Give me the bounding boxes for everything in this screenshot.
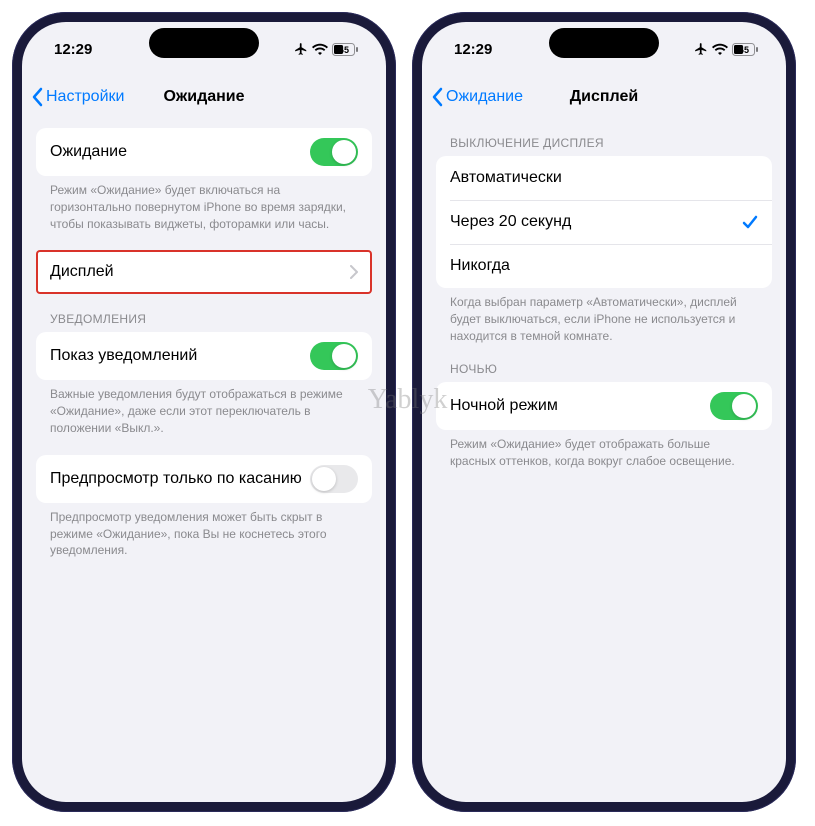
show-notifications-label: Показ уведомлений [50, 347, 197, 365]
wifi-icon [312, 43, 328, 55]
screen-right: 12:29 45 Ожидание Дисплей ВЫКЛЮЧЕНИЕ ДИС… [422, 22, 786, 802]
airplane-icon [694, 42, 708, 56]
option-never-label: Никогда [450, 257, 510, 275]
night-mode-row[interactable]: Ночной режим [436, 382, 772, 430]
back-label: Ожидание [446, 88, 523, 106]
status-time: 12:29 [454, 41, 492, 58]
show-notifications-footer: Важные уведомления будут отображаться в … [36, 380, 372, 436]
option-auto[interactable]: Автоматически [436, 156, 772, 200]
option-auto-label: Автоматически [450, 169, 562, 187]
night-mode-toggle[interactable] [710, 392, 758, 420]
dynamic-island [549, 28, 659, 58]
preview-touch-label: Предпросмотр только по касанию [50, 470, 302, 488]
display-off-footer: Когда выбран параметр «Автоматически», д… [436, 288, 772, 344]
battery-icon: 45 [332, 43, 358, 56]
preview-touch-footer: Предпросмотр уведомления может быть скры… [36, 503, 372, 559]
display-row-highlight: Дисплей [36, 250, 372, 294]
page-title: Дисплей [570, 88, 638, 106]
chevron-left-icon [32, 87, 44, 107]
show-notifications-toggle[interactable] [310, 342, 358, 370]
dynamic-island [149, 28, 259, 58]
nav-bar: Настройки Ожидание [22, 76, 386, 118]
standby-footer: Режим «Ожидание» будет включаться на гор… [36, 176, 372, 232]
phone-left: 12:29 45 Настройки Ожидание Ожидание [12, 12, 396, 812]
notifications-header: УВЕДОМЛЕНИЯ [36, 312, 372, 332]
standby-label: Ожидание [50, 143, 127, 161]
airplane-icon [294, 42, 308, 56]
preview-touch-row[interactable]: Предпросмотр только по касанию [36, 455, 372, 503]
preview-touch-toggle[interactable] [310, 465, 358, 493]
wifi-icon [712, 43, 728, 55]
status-icons: 45 [694, 42, 758, 56]
status-icons: 45 [294, 42, 358, 56]
screen-left: 12:29 45 Настройки Ожидание Ожидание [22, 22, 386, 802]
standby-row[interactable]: Ожидание [36, 128, 372, 176]
checkmark-icon [742, 214, 758, 230]
chevron-left-icon [432, 87, 444, 107]
page-title: Ожидание [163, 88, 244, 106]
option-after20-label: Через 20 секунд [450, 213, 571, 231]
night-mode-footer: Режим «Ожидание» будет отображать больше… [436, 430, 772, 470]
display-row[interactable]: Дисплей [36, 250, 372, 294]
display-off-header: ВЫКЛЮЧЕНИЕ ДИСПЛЕЯ [436, 136, 772, 156]
option-after20[interactable]: Через 20 секунд [436, 200, 772, 244]
standby-toggle[interactable] [310, 138, 358, 166]
night-header: НОЧЬЮ [436, 362, 772, 382]
back-button[interactable]: Настройки [32, 87, 124, 107]
option-never[interactable]: Никогда [436, 244, 772, 288]
svg-text:45: 45 [739, 45, 749, 55]
back-label: Настройки [46, 88, 124, 106]
status-time: 12:29 [54, 41, 92, 58]
chevron-right-icon [350, 265, 358, 279]
phone-right: 12:29 45 Ожидание Дисплей ВЫКЛЮЧЕНИЕ ДИС… [412, 12, 796, 812]
battery-icon: 45 [732, 43, 758, 56]
night-mode-label: Ночной режим [450, 397, 558, 415]
svg-text:45: 45 [339, 45, 349, 55]
nav-bar: Ожидание Дисплей [422, 76, 786, 118]
display-label: Дисплей [50, 263, 114, 281]
back-button[interactable]: Ожидание [432, 87, 523, 107]
show-notifications-row[interactable]: Показ уведомлений [36, 332, 372, 380]
